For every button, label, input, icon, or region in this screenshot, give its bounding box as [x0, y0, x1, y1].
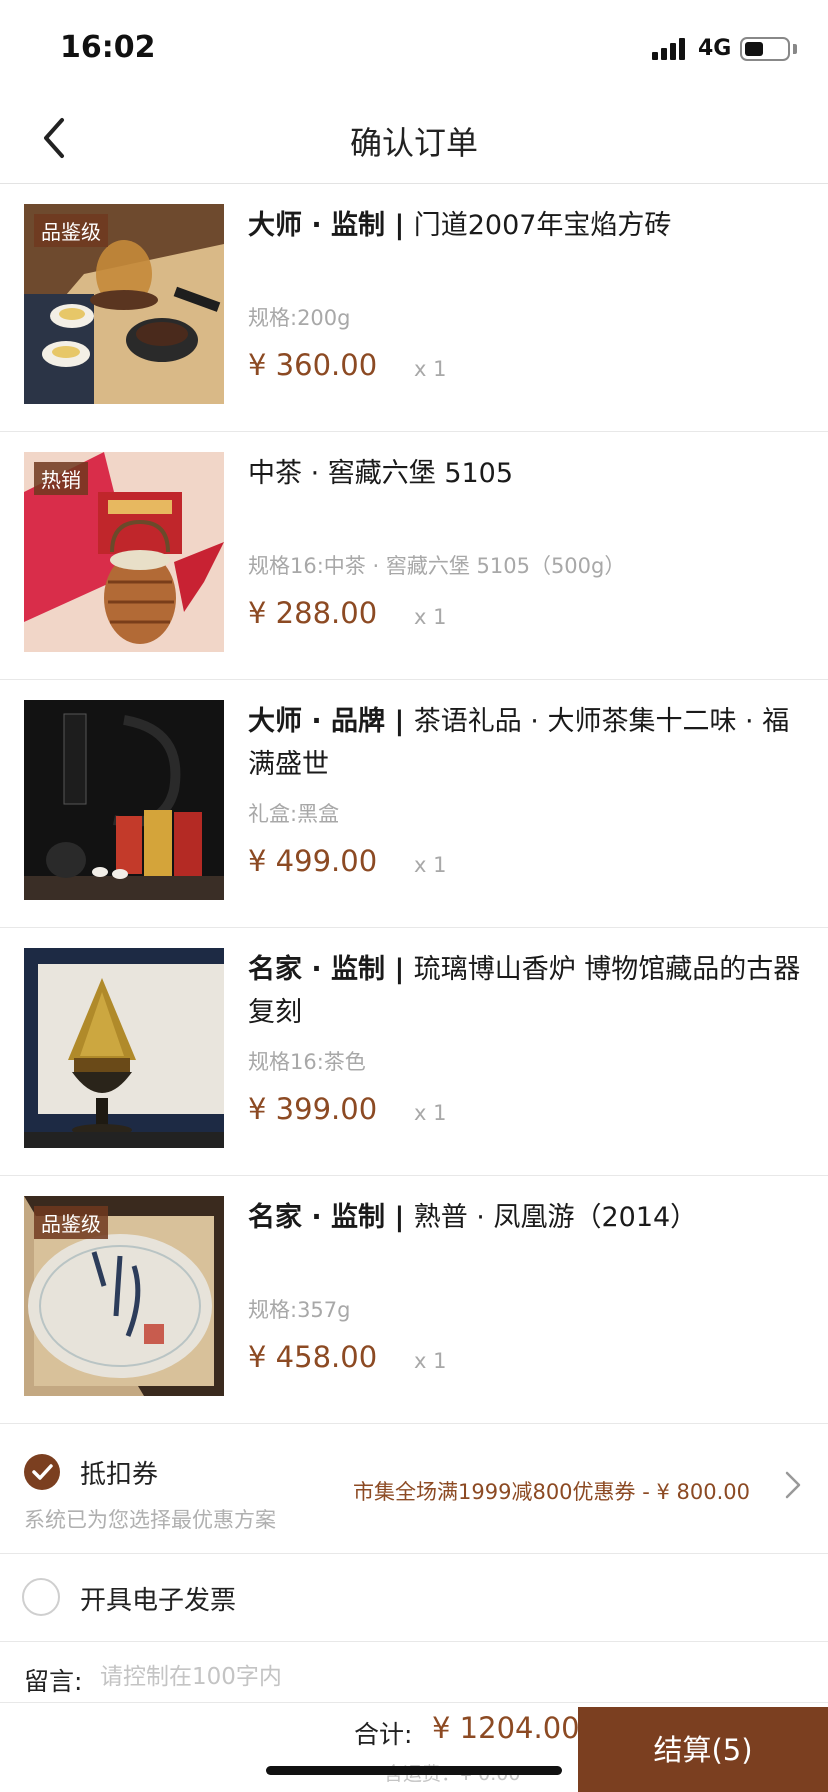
checkout-bar: 合计: ¥ 1204.00 含运费：¥ 0.00 结算(5) — [0, 1702, 828, 1792]
product-image[interactable]: 品鉴级 — [24, 1196, 224, 1396]
product-name: 中茶 · 窖藏六堡 5105 — [248, 452, 808, 495]
note-label: 留言: — [24, 1667, 83, 1696]
total-value: ¥ 1204.00 — [432, 1711, 580, 1745]
product-spec: 规格16:茶色 — [248, 1050, 366, 1074]
product-spec: 规格16:中茶 · 窖藏六堡 5105（500g） — [248, 554, 626, 578]
product-price: ¥ 399.00 — [248, 1092, 378, 1126]
order-item[interactable]: 品鉴级 名家 · 监制 | 熟普 · 凤凰游（2014） 规格:357g ¥ 4… — [0, 1176, 828, 1424]
product-spec: 礼盒:黑盒 — [248, 802, 340, 826]
order-item[interactable]: 品鉴级 大师 · 监制 | 门道2007年宝焰方砖 规格:200g ¥ 360.… — [0, 184, 828, 432]
home-indicator — [266, 1766, 562, 1775]
product-spec: 规格:357g — [248, 1298, 351, 1322]
battery-icon — [740, 37, 790, 61]
product-title: 中茶 · 窖藏六堡 5105 — [248, 458, 514, 489]
product-image[interactable] — [24, 948, 224, 1148]
signal-strength-icon — [652, 38, 688, 60]
checkout-button[interactable]: 结算(5) — [578, 1707, 828, 1792]
product-price: ¥ 458.00 — [248, 1340, 378, 1374]
status-bar: 16:02 4G — [0, 0, 828, 92]
product-quantity: x 1 — [414, 357, 447, 381]
product-image[interactable] — [24, 700, 224, 900]
product-image[interactable]: 热销 — [24, 452, 224, 652]
product-brand: 大师 · 品牌 | — [248, 706, 414, 737]
product-price: ¥ 360.00 — [248, 348, 378, 382]
coupon-hint: 系统已为您选择最优惠方案 — [24, 1508, 276, 1532]
product-name: 名家 · 监制 | 琉璃博山香炉 博物馆藏品的古器复刻 — [248, 948, 808, 1034]
product-title: 门道2007年宝焰方砖 — [413, 210, 672, 241]
product-name: 名家 · 监制 | 熟普 · 凤凰游（2014） — [248, 1196, 808, 1239]
battery-cap — [793, 44, 797, 54]
total-label: 合计: — [354, 1720, 413, 1749]
page-title: 确认订单 — [349, 124, 478, 162]
coupon-checkbox[interactable] — [24, 1454, 60, 1490]
product-quantity: x 1 — [414, 1349, 447, 1373]
product-name: 大师 · 监制 | 门道2007年宝焰方砖 — [248, 204, 808, 247]
status-time: 16:02 — [60, 30, 156, 65]
product-price: ¥ 499.00 — [248, 844, 378, 878]
nav-bar: 确认订单 — [0, 92, 828, 184]
note-input[interactable] — [100, 1658, 700, 1696]
product-name: 大师 · 品牌 | 茶语礼品 · 大师茶集十二味 · 福满盛世 — [248, 700, 808, 786]
coupon-row[interactable]: 抵扣券 系统已为您选择最优惠方案 市集全场满1999减800优惠券 - ¥ 80… — [0, 1424, 828, 1554]
network-type: 4G — [698, 36, 732, 61]
product-brand: 大师 · 监制 | — [248, 210, 414, 241]
product-quantity: x 1 — [414, 1101, 447, 1125]
product-brand: 名家 · 监制 | — [248, 954, 414, 985]
product-brand: 名家 · 监制 | — [248, 1202, 414, 1233]
product-quantity: x 1 — [414, 853, 447, 877]
product-quantity: x 1 — [414, 605, 447, 629]
invoice-row[interactable]: 开具电子发票 — [0, 1554, 828, 1642]
coupon-value: 市集全场满1999减800优惠券 - ¥ 800.00 — [353, 1480, 750, 1504]
order-item[interactable]: 热销 中茶 · 窖藏六堡 5105 规格16:中茶 · 窖藏六堡 5105（50… — [0, 432, 828, 680]
product-tag: 品鉴级 — [34, 214, 108, 247]
note-row: 留言: — [0, 1642, 828, 1702]
product-spec: 规格:200g — [248, 306, 351, 330]
order-item[interactable]: 名家 · 监制 | 琉璃博山香炉 博物馆藏品的古器复刻 规格16:茶色 ¥ 39… — [0, 928, 828, 1176]
product-title: 熟普 · 凤凰游（2014） — [413, 1202, 698, 1233]
product-tag: 热销 — [34, 462, 88, 495]
order-item[interactable]: 大师 · 品牌 | 茶语礼品 · 大师茶集十二味 · 福满盛世 礼盒:黑盒 ¥ … — [0, 680, 828, 928]
product-tag: 品鉴级 — [34, 1206, 108, 1239]
chevron-right-icon — [785, 1471, 801, 1499]
coupon-label: 抵扣券 — [80, 1460, 159, 1490]
invoice-label: 开具电子发票 — [80, 1586, 237, 1616]
invoice-checkbox[interactable] — [22, 1578, 60, 1616]
product-image[interactable]: 品鉴级 — [24, 204, 224, 404]
product-price: ¥ 288.00 — [248, 596, 378, 630]
checkmark-icon — [32, 1464, 53, 1480]
